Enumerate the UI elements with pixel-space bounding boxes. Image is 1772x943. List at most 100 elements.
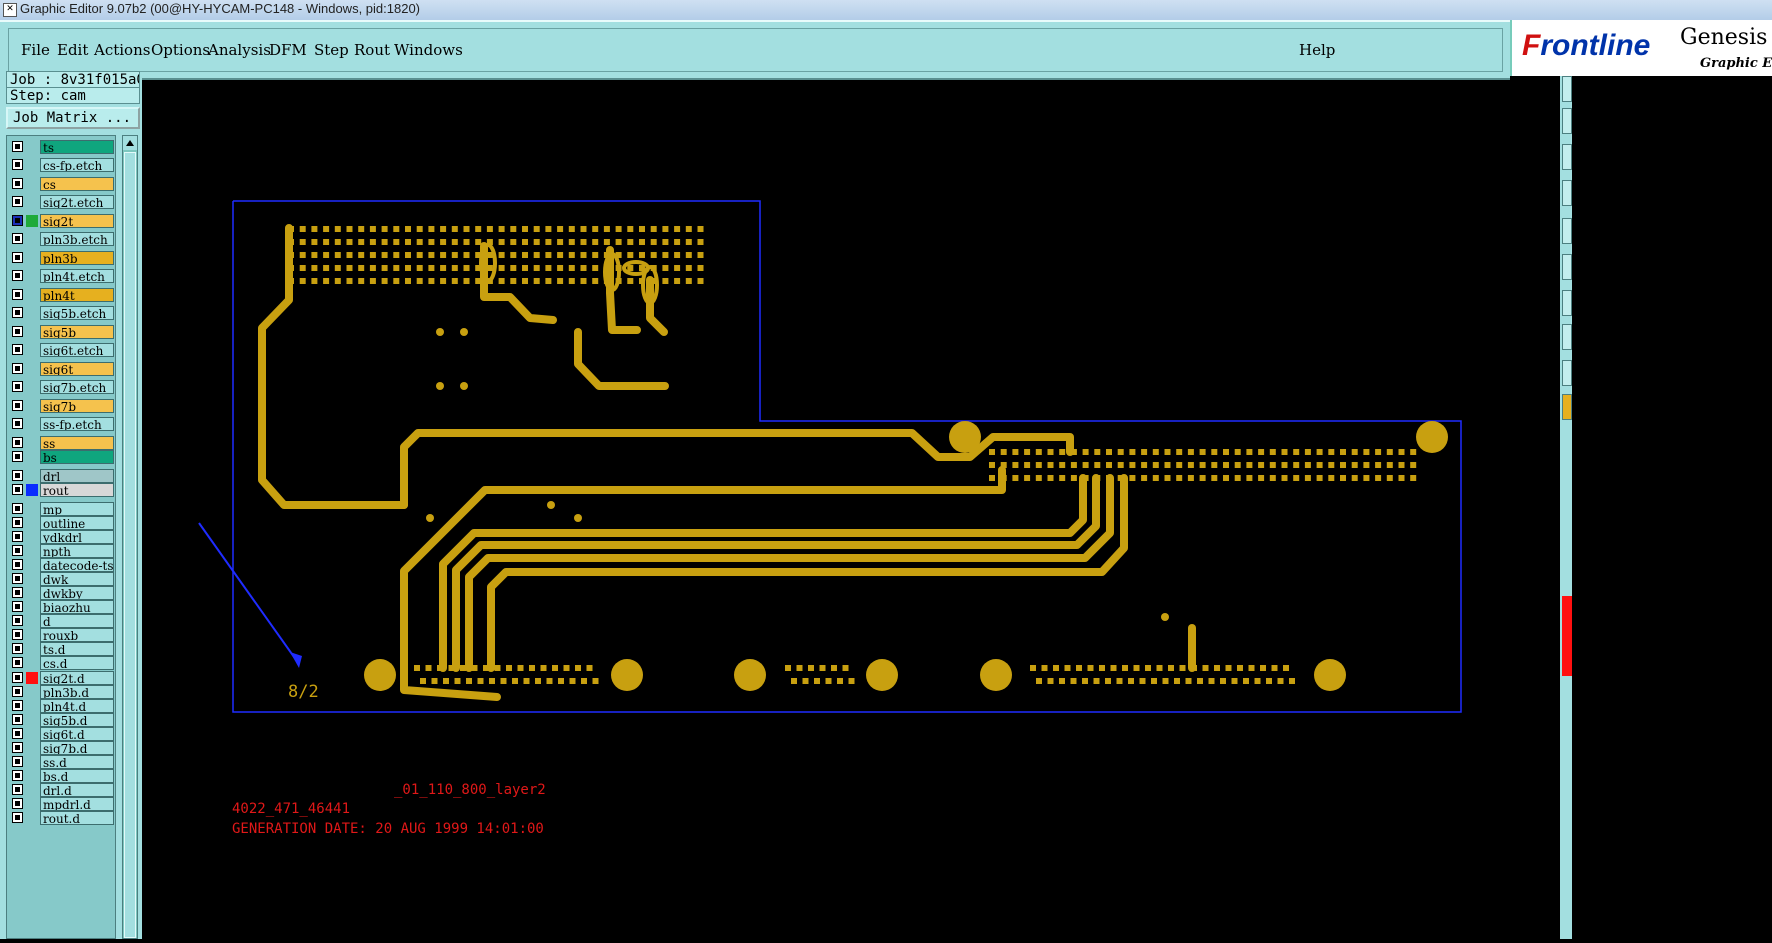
layer-checkbox[interactable]: [12, 307, 23, 318]
layer-row-sig5b-d[interactable]: sig5b.d: [9, 713, 114, 727]
layer-checkbox[interactable]: [12, 657, 23, 668]
layer-checkbox[interactable]: [12, 326, 23, 337]
layer-name[interactable]: ts: [40, 140, 114, 154]
layer-name[interactable]: sig5b: [40, 325, 114, 339]
layer-name[interactable]: outline: [40, 516, 114, 530]
layer-name[interactable]: sig2t: [40, 214, 114, 228]
layer-row-rout[interactable]: rout: [9, 483, 114, 497]
menu-dfm[interactable]: DFM: [269, 41, 307, 59]
layer-row-sig5b-etch[interactable]: sig5b.etch: [9, 306, 114, 320]
layer-name[interactable]: dwk: [40, 572, 114, 586]
layer-name[interactable]: ss.d: [40, 755, 114, 769]
layer-checkbox[interactable]: [12, 798, 23, 809]
layer-row-pln4t-d[interactable]: pln4t.d: [9, 699, 114, 713]
layer-checkbox[interactable]: [12, 215, 23, 226]
tool-button[interactable]: [1562, 360, 1572, 386]
layer-name[interactable]: d: [40, 614, 114, 628]
layer-row-sig6t-etch[interactable]: sig6t.etch: [9, 343, 114, 357]
layer-checkbox[interactable]: [12, 812, 23, 823]
layer-row-rout-d[interactable]: rout.d: [9, 811, 114, 825]
layer-checkbox[interactable]: [12, 742, 23, 753]
layer-row-bs[interactable]: bs: [9, 450, 114, 464]
tool-button-active[interactable]: [1562, 394, 1572, 420]
tool-button[interactable]: [1562, 76, 1572, 102]
layer-row-pln4t-etch[interactable]: pln4t.etch: [9, 269, 114, 283]
layer-name[interactable]: sig5b.etch: [40, 306, 114, 320]
layer-checkbox[interactable]: [12, 728, 23, 739]
layer-name[interactable]: pln4t: [40, 288, 114, 302]
layer-checkbox[interactable]: [12, 400, 23, 411]
layer-checkbox[interactable]: [12, 601, 23, 612]
layer-checkbox[interactable]: [12, 770, 23, 781]
layer-row-bs-d[interactable]: bs.d: [9, 769, 114, 783]
layer-checkbox[interactable]: [12, 289, 23, 300]
layer-name[interactable]: drl.d: [40, 783, 114, 797]
layer-checkbox[interactable]: [12, 672, 23, 683]
layer-name[interactable]: mp: [40, 502, 114, 516]
layer-row-pln3b-etch[interactable]: pln3b.etch: [9, 232, 114, 246]
layer-row-npth[interactable]: npth: [9, 544, 114, 558]
layer-row-dwkby[interactable]: dwkby: [9, 586, 114, 600]
layer-name[interactable]: pln3b.etch: [40, 232, 114, 246]
layer-checkbox[interactable]: [12, 643, 23, 654]
layer-checkbox[interactable]: [12, 381, 23, 392]
layer-name[interactable]: sig6t.etch: [40, 343, 114, 357]
layer-name[interactable]: mpdrl.d: [40, 797, 114, 811]
layer-row-sig2t-d[interactable]: sig2t.d: [9, 671, 114, 685]
layer-row-cs-fp-etch[interactable]: cs-fp.etch: [9, 158, 114, 172]
layer-name[interactable]: sig6t: [40, 362, 114, 376]
layer-checkbox[interactable]: [12, 700, 23, 711]
layer-name[interactable]: sig7b: [40, 399, 114, 413]
layer-checkbox[interactable]: [12, 159, 23, 170]
layer-name[interactable]: datecode-ts: [40, 558, 114, 572]
job-matrix-button[interactable]: Job Matrix ...: [6, 107, 140, 129]
layer-checkbox[interactable]: [12, 587, 23, 598]
layer-name[interactable]: cs.d: [40, 656, 114, 670]
layer-row-dwk[interactable]: dwk: [9, 572, 114, 586]
layer-checkbox[interactable]: [12, 545, 23, 556]
tool-button[interactable]: [1562, 254, 1572, 280]
layer-row-ydkdrl[interactable]: ydkdrl: [9, 530, 114, 544]
layer-row-ss[interactable]: ss: [9, 436, 114, 450]
layer-row-ts[interactable]: ts: [9, 140, 114, 154]
layer-checkbox[interactable]: [12, 559, 23, 570]
layer-name[interactable]: ydkdrl: [40, 530, 114, 544]
layer-scrollbar[interactable]: [122, 135, 138, 939]
layer-row-outline[interactable]: outline: [9, 516, 114, 530]
layer-name[interactable]: bs.d: [40, 769, 114, 783]
layer-name[interactable]: ss-fp.etch: [40, 417, 114, 431]
layer-name[interactable]: pln3b.d: [40, 685, 114, 699]
layer-row-sig7b-etch[interactable]: sig7b.etch: [9, 380, 114, 394]
layer-row-mpdrl-d[interactable]: mpdrl.d: [9, 797, 114, 811]
layer-checkbox[interactable]: [12, 437, 23, 448]
layer-row-d[interactable]: d: [9, 614, 114, 628]
layer-row-cs[interactable]: cs: [9, 177, 114, 191]
layer-checkbox[interactable]: [12, 784, 23, 795]
tool-button[interactable]: [1562, 108, 1572, 134]
layer-row-mp[interactable]: mp: [9, 502, 114, 516]
layer-checkbox[interactable]: [12, 629, 23, 640]
layer-row-sig2t-etch[interactable]: sig2t.etch: [9, 195, 114, 209]
menu-rout[interactable]: Rout: [354, 41, 390, 59]
layer-name[interactable]: sig2t.etch: [40, 195, 114, 209]
layer-checkbox[interactable]: [12, 531, 23, 542]
layer-checkbox[interactable]: [12, 615, 23, 626]
layer-name[interactable]: pln3b: [40, 251, 114, 265]
layer-row-pln3b-d[interactable]: pln3b.d: [9, 685, 114, 699]
layer-checkbox[interactable]: [12, 270, 23, 281]
tool-button[interactable]: [1562, 180, 1572, 206]
layer-row-ss-fp-etch[interactable]: ss-fp.etch: [9, 417, 114, 431]
menu-analysis[interactable]: Analysis: [208, 41, 271, 59]
menu-actions[interactable]: Actions: [94, 41, 150, 59]
menu-file[interactable]: File: [21, 41, 50, 59]
layer-name[interactable]: rout.d: [40, 811, 114, 825]
layer-row-ss-d[interactable]: ss.d: [9, 755, 114, 769]
tool-button[interactable]: [1562, 290, 1572, 316]
layer-checkbox[interactable]: [12, 233, 23, 244]
layer-checkbox[interactable]: [12, 418, 23, 429]
layer-checkbox[interactable]: [12, 252, 23, 263]
layer-name[interactable]: rout: [40, 483, 114, 497]
scroll-up-icon[interactable]: [123, 136, 137, 150]
layer-row-sig7b-d[interactable]: sig7b.d: [9, 741, 114, 755]
layer-checkbox[interactable]: [12, 714, 23, 725]
